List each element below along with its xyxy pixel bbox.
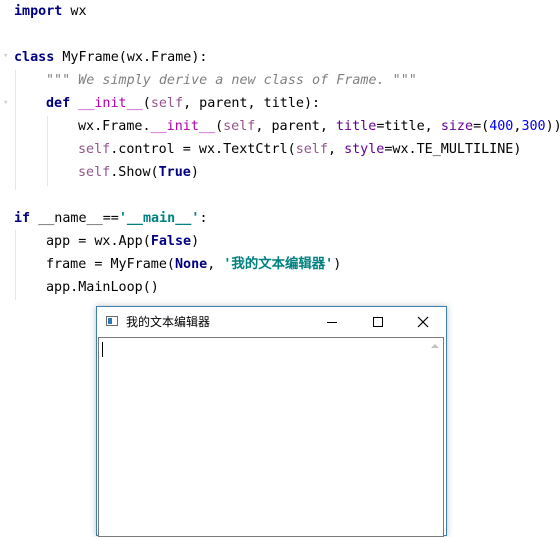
code-text: : xyxy=(199,211,208,226)
code-text: .control = wx.TextCtrl( xyxy=(110,142,296,157)
indent-guide xyxy=(47,116,48,186)
code-text: ( xyxy=(142,96,151,111)
window-titlebar[interactable]: 我的文本编辑器 xyxy=(97,307,446,337)
string-literal: '我的文本编辑器' xyxy=(223,257,334,272)
code-line-3: class MyFrame(wx.Frame): xyxy=(14,46,208,69)
app-window-icon xyxy=(106,316,118,326)
maximize-button[interactable] xyxy=(355,307,401,337)
code-line-6: wx.Frame.__init__(self, parent, title=ti… xyxy=(78,115,560,138)
code-text: ) xyxy=(190,165,199,180)
window-title: 我的文本编辑器 xyxy=(126,315,211,329)
self-keyword: self xyxy=(78,142,111,157)
fold-marker[interactable]: ▾ xyxy=(3,52,9,61)
indent-guide xyxy=(15,70,16,190)
keyword-arg: size xyxy=(440,119,474,134)
code-text: )) xyxy=(545,119,560,134)
code-line-4: """ We simply derive a new class of Fram… xyxy=(46,69,417,92)
code-text: app = wx.App( xyxy=(46,234,151,249)
code-text: wx xyxy=(62,4,87,19)
self-keyword: self xyxy=(78,165,111,180)
method-name: __init__ xyxy=(78,96,143,111)
keyword: False xyxy=(150,234,192,249)
code-text: .Show( xyxy=(110,165,159,180)
dunder-name: __name__ xyxy=(38,211,103,226)
code-line-13: app.MainLoop() xyxy=(46,276,159,299)
code-line-12: frame = MyFrame(None, '我的文本编辑器') xyxy=(46,253,341,276)
code-text: =title, xyxy=(376,119,441,134)
keyword: None xyxy=(175,257,208,272)
keyword: class xyxy=(14,50,55,65)
close-button[interactable] xyxy=(400,307,446,337)
keyword-arg: style xyxy=(344,142,385,157)
vertical-scrollbar[interactable] xyxy=(427,338,443,536)
code-text: app.MainLoop() xyxy=(46,280,159,295)
code-line-5: def __init__(self, parent, title): xyxy=(46,92,320,115)
code-line-10: if __name__=='__main__': xyxy=(14,207,208,230)
minimize-button[interactable] xyxy=(309,307,355,337)
close-icon xyxy=(417,316,429,328)
fold-marker[interactable]: ▾ xyxy=(3,99,9,108)
number-literal: 300 xyxy=(521,119,546,134)
indent-guide xyxy=(15,230,16,300)
docstring: """ We simply derive a new class of Fram… xyxy=(46,73,417,88)
scroll-up-arrow-icon[interactable] xyxy=(431,344,439,348)
code-text: , xyxy=(207,257,224,272)
text-editor-window[interactable]: 我的文本编辑器 xyxy=(96,306,447,537)
code-text: frame = MyFrame( xyxy=(46,257,175,272)
self-keyword: self xyxy=(295,142,328,157)
self-keyword: self xyxy=(150,96,184,111)
keyword-arg: title xyxy=(336,119,377,134)
keyword: import xyxy=(14,4,63,19)
self-keyword: self xyxy=(223,119,256,134)
keyword: True xyxy=(158,165,191,180)
multiline-text-input[interactable] xyxy=(98,337,444,537)
keyword: if xyxy=(14,211,31,226)
code-text: , xyxy=(327,142,345,157)
text-caret xyxy=(102,342,103,357)
code-text: ) xyxy=(333,257,342,272)
code-text: ) xyxy=(191,234,200,249)
code-text: =( xyxy=(473,119,490,134)
keyword: def xyxy=(46,96,71,111)
method-name: __init__ xyxy=(150,119,216,134)
code-line-7: self.control = wx.TextCtrl(self, style=w… xyxy=(78,138,521,161)
string-literal: '__main__' xyxy=(118,211,200,226)
code-text: , parent, xyxy=(255,119,336,134)
code-text: wx.Frame. xyxy=(78,119,151,134)
number-literal: 400 xyxy=(489,119,514,134)
code-text: , parent, title): xyxy=(183,96,321,111)
code-line-1: import wx xyxy=(14,0,87,23)
code-line-8: self.Show(True) xyxy=(78,161,199,184)
code-text: ( xyxy=(215,119,224,134)
code-line-11: app = wx.App(False) xyxy=(46,230,199,253)
code-text: =wx.TE_MULTILINE) xyxy=(384,142,522,157)
code-text: == xyxy=(102,211,119,226)
code-text: MyFrame(wx.Frame): xyxy=(54,50,208,65)
